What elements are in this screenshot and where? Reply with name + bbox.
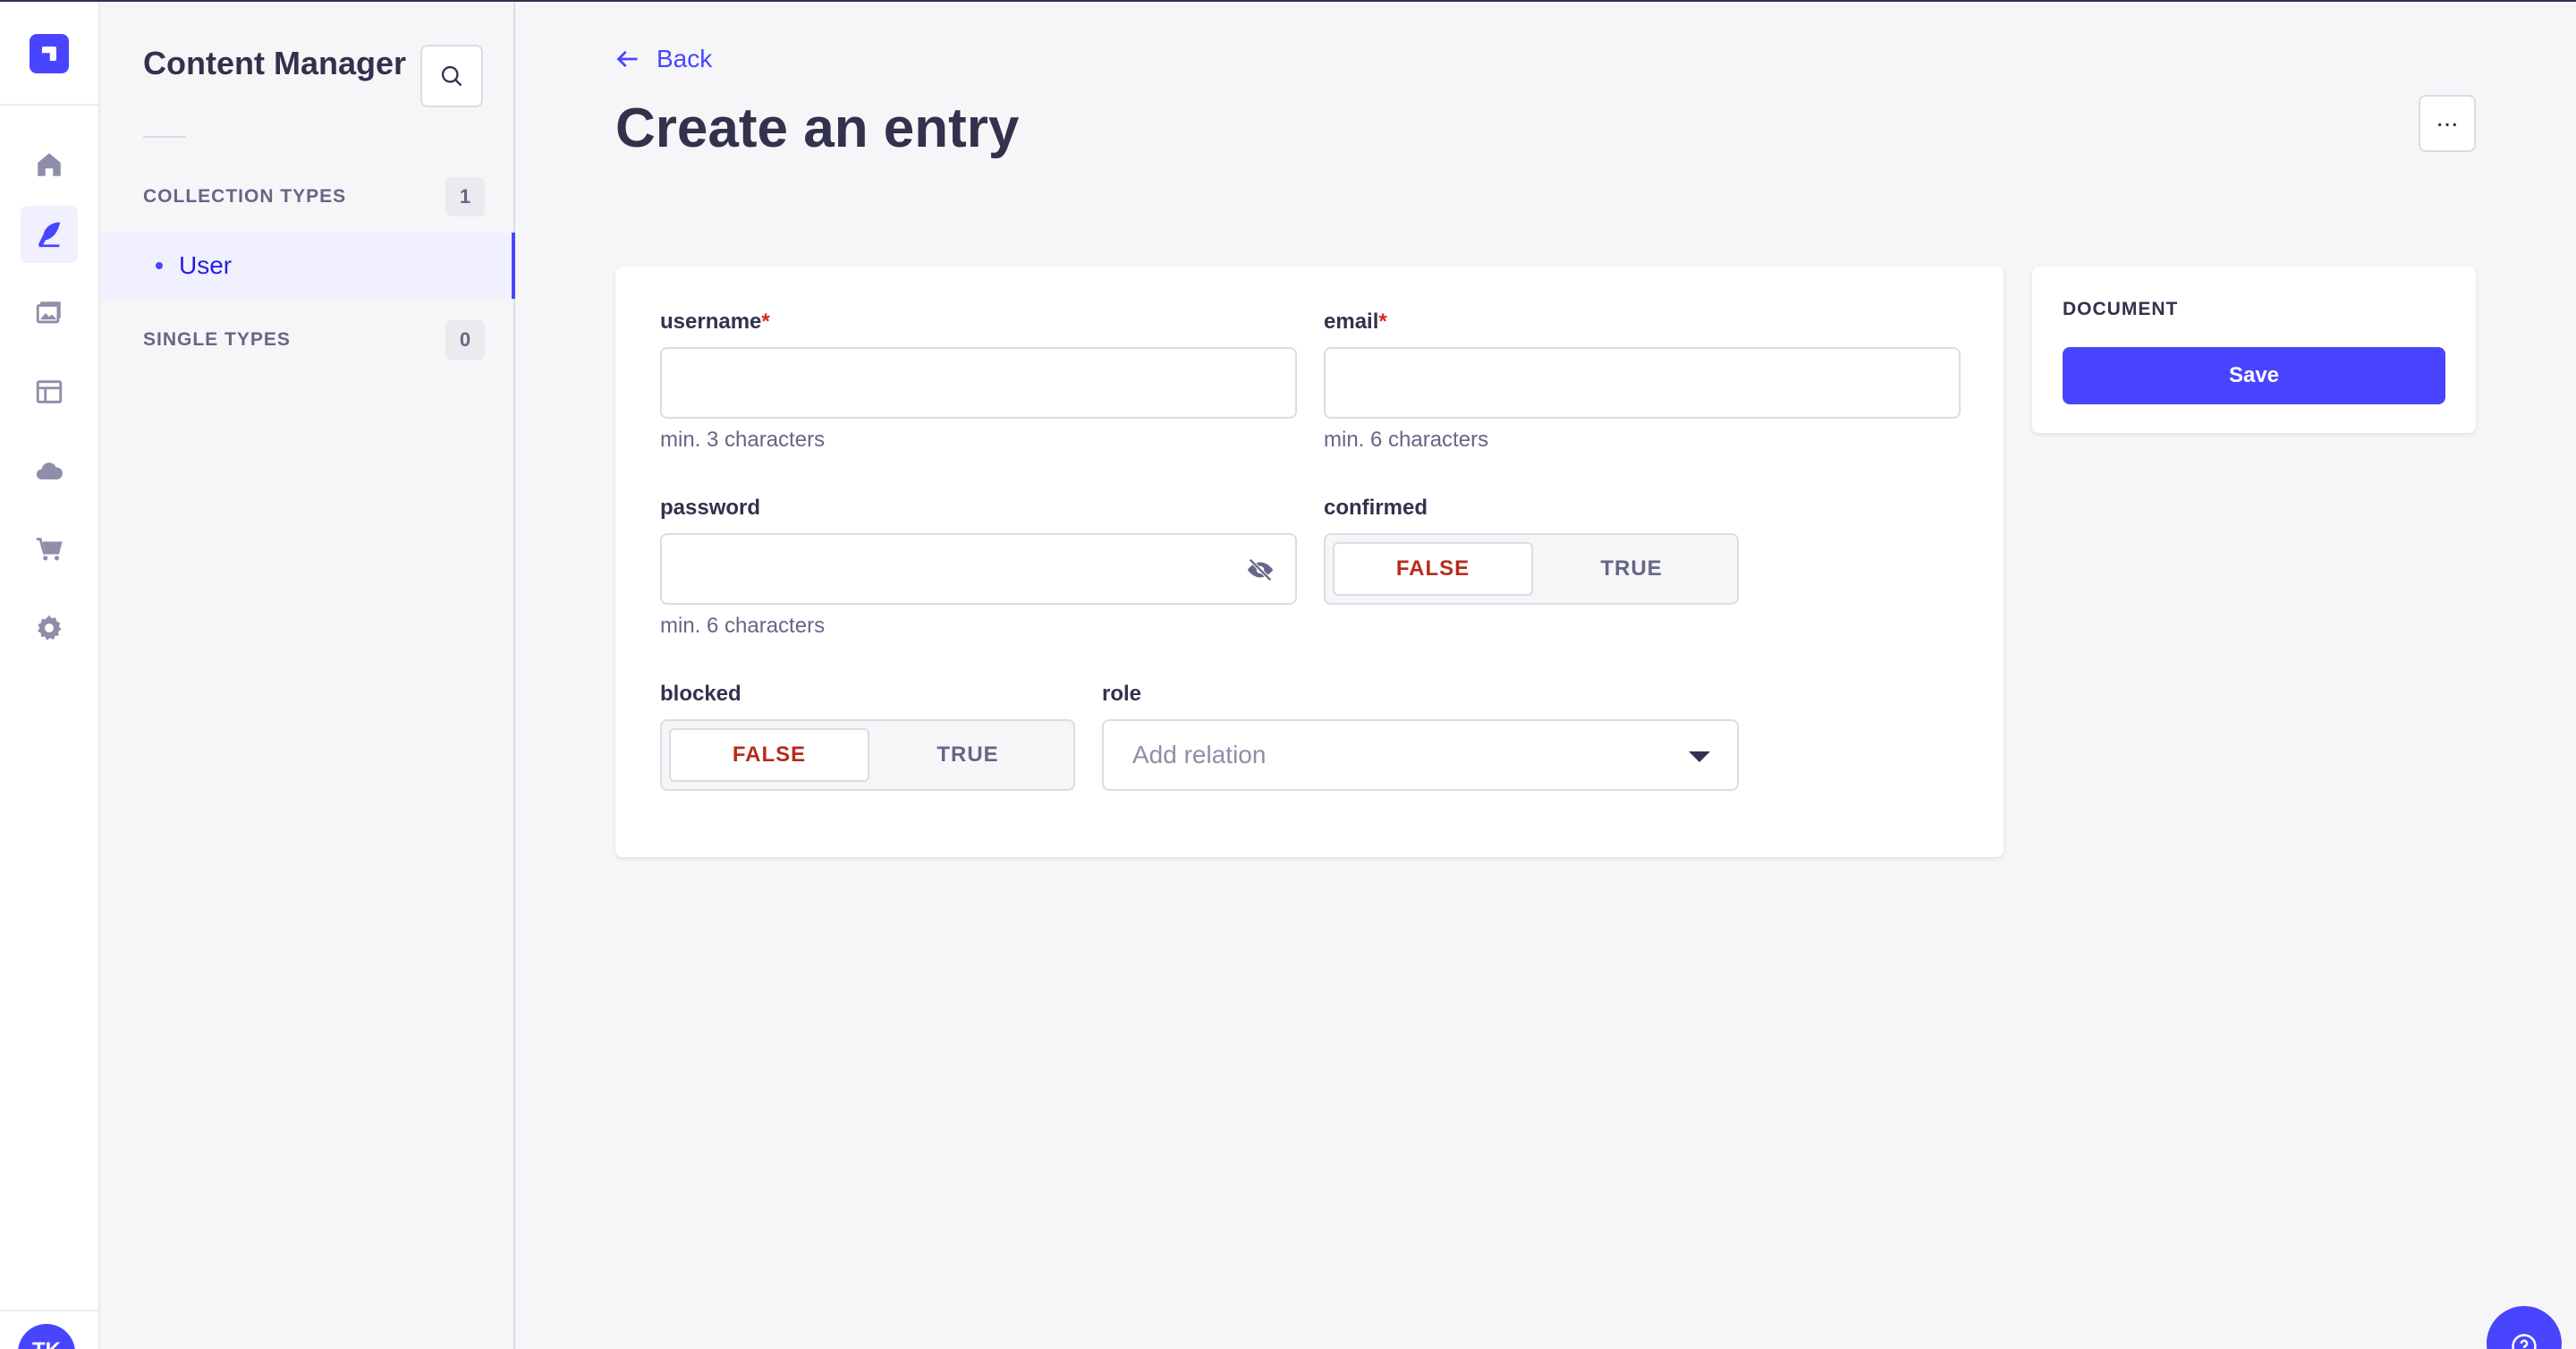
home-icon[interactable]	[21, 136, 78, 193]
confirmed-true-option[interactable]: TRUE	[1533, 542, 1730, 596]
back-link[interactable]: Back	[615, 45, 712, 73]
role-placeholder: Add relation	[1132, 741, 1267, 768]
cloud-icon[interactable]	[21, 442, 78, 499]
more-actions-button[interactable]: ...	[2419, 95, 2476, 152]
blocked-false-option[interactable]: FALSE	[669, 728, 869, 782]
password-label: password	[660, 496, 761, 520]
confirmed-false-option[interactable]: FALSE	[1333, 542, 1533, 596]
collection-types-label[interactable]: COLLECTION TYPES	[143, 186, 346, 208]
back-label: Back	[657, 45, 713, 72]
password-hint: min. 6 characters	[660, 614, 826, 638]
eye-off-icon[interactable]	[1245, 555, 1275, 585]
content-manager-subnav: Content Manager COLLECTION TYPES 1 User …	[100, 2, 515, 1349]
single-types-label[interactable]: SINGLE TYPES	[143, 329, 291, 351]
username-label-text: username	[660, 310, 762, 334]
email-input[interactable]	[1324, 347, 1961, 419]
collection-types-count: 1	[445, 177, 485, 216]
bullet-icon	[156, 262, 163, 269]
document-panel: DOCUMENT Save	[2032, 267, 2476, 433]
strapi-logo[interactable]	[30, 34, 69, 73]
caret-down-icon[interactable]	[1689, 751, 1710, 762]
question-icon	[2512, 1334, 2537, 1349]
entry-form: username* min. 3 characters email* min. …	[615, 267, 2004, 857]
required-marker: *	[761, 310, 770, 334]
username-input[interactable]	[660, 347, 1297, 419]
role-label: role	[1102, 682, 1142, 706]
email-label: email*	[1324, 310, 1387, 335]
confirmed-toggle: FALSE TRUE	[1324, 533, 1739, 605]
search-button[interactable]	[420, 45, 483, 107]
subnav-divider	[143, 136, 186, 138]
search-icon	[441, 65, 462, 87]
rail-bottom-divider	[0, 1310, 98, 1311]
gear-icon[interactable]	[21, 599, 78, 657]
rail-divider	[0, 104, 98, 106]
confirmed-label: confirmed	[1324, 496, 1428, 520]
content-manager-icon[interactable]	[21, 206, 78, 263]
document-panel-title: DOCUMENT	[2063, 299, 2179, 319]
arrow-left-icon	[616, 50, 638, 68]
subnav-title: Content Manager	[143, 45, 407, 81]
email-hint: min. 6 characters	[1324, 428, 1489, 452]
required-marker: *	[1378, 310, 1387, 334]
email-label-text: email	[1324, 310, 1379, 334]
blocked-label: blocked	[660, 682, 741, 706]
main-nav-rail: TK	[0, 2, 100, 1349]
save-button[interactable]: Save	[2063, 347, 2445, 404]
username-label: username*	[660, 310, 770, 335]
page-title: Create an entry	[615, 98, 1020, 159]
blocked-true-option[interactable]: TRUE	[869, 728, 1066, 782]
single-types-count: 0	[445, 320, 485, 360]
password-input[interactable]	[660, 533, 1297, 605]
role-select[interactable]: Add relation	[1102, 719, 1739, 791]
username-hint: min. 3 characters	[660, 428, 826, 452]
help-button[interactable]	[2487, 1306, 2562, 1349]
blocked-toggle: FALSE TRUE	[660, 719, 1075, 791]
layout-icon[interactable]	[21, 363, 78, 420]
media-library-icon[interactable]	[21, 284, 78, 342]
cart-icon[interactable]	[21, 521, 78, 578]
sidebar-item-user[interactable]: User	[100, 233, 515, 299]
user-avatar[interactable]: TK	[18, 1324, 75, 1349]
sidebar-item-label: User	[179, 251, 233, 279]
